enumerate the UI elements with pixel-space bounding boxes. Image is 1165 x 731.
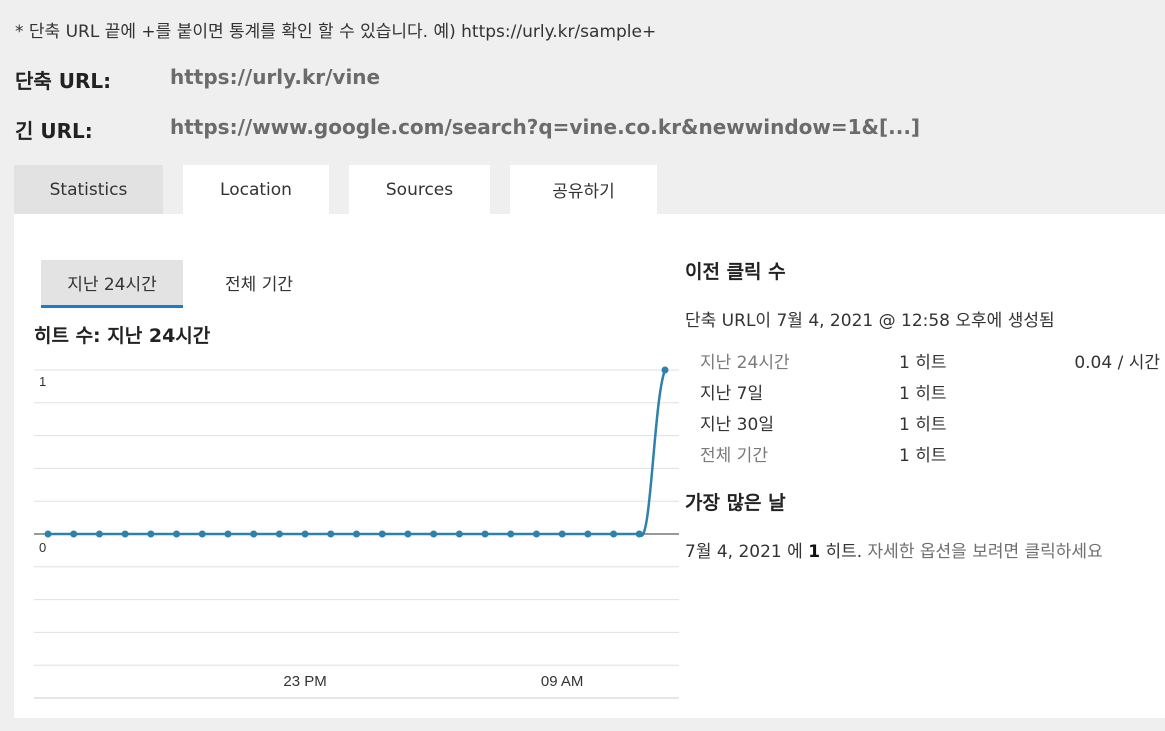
tab-statistics[interactable]: Statistics xyxy=(14,165,163,217)
x-tick-label: 23 PM xyxy=(283,673,326,690)
best-day-details-link[interactable]: 자세한 옵션을 보려면 클릭하세요 xyxy=(862,542,1103,562)
stats-period: 지난 24시간 xyxy=(700,353,790,373)
stats-row-30d: 지난 30일 1 히트 xyxy=(700,410,1160,441)
stats-hits: 1 히트 xyxy=(899,353,947,373)
long-url-value[interactable]: https://www.google.com/search?q=vine.co.… xyxy=(170,115,920,139)
best-day-title: 가장 많은 날 xyxy=(685,492,786,514)
best-day-date: 7월 4, 2021 xyxy=(685,542,782,562)
short-url-value[interactable]: https://urly.kr/vine xyxy=(170,65,380,89)
data-point xyxy=(353,530,360,538)
best-day-mid: 에 xyxy=(781,542,809,562)
x-tick-label: 09 AM xyxy=(541,673,584,690)
stats-row-all-time: 전체 기간 1 히트 xyxy=(700,441,1160,472)
data-point xyxy=(455,530,463,538)
tab-sources[interactable]: Sources xyxy=(349,165,490,214)
hits-line-chart: 1 0 23 PM 09 AM xyxy=(34,366,679,699)
data-point xyxy=(275,530,283,538)
best-day-count: 1 xyxy=(808,542,821,562)
created-info: 단축 URL이 7월 4, 2021 @ 12:58 오후에 생성됨 xyxy=(685,311,1055,331)
data-point xyxy=(224,530,232,538)
series-line xyxy=(48,369,667,538)
data-point xyxy=(327,530,335,538)
chart-title: 히트 수: 지난 24시간 xyxy=(34,325,211,347)
best-day-info: 7월 4, 2021 에 1 히트. 자세한 옵션을 보려면 클릭하세요 xyxy=(685,537,1103,562)
stats-hits: 1 히트 xyxy=(899,446,947,466)
data-point xyxy=(250,530,258,538)
tab-location[interactable]: Location xyxy=(183,165,329,214)
data-point xyxy=(584,530,592,538)
data-point xyxy=(661,366,669,374)
subtab-all-time[interactable]: 전체 기간 xyxy=(191,260,327,305)
data-point xyxy=(173,530,181,538)
subtab-last-24h[interactable]: 지난 24시간 xyxy=(41,260,183,308)
y-tick-label: 0 xyxy=(39,540,46,555)
stats-row-7d: 지난 7일 1 히트 xyxy=(700,379,1160,410)
data-point xyxy=(147,530,155,538)
short-url-label: 단축 URL: xyxy=(15,69,112,93)
stats-rate: 0.04 / 시간 xyxy=(1074,353,1160,373)
y-tick-label: 1 xyxy=(39,374,46,389)
best-day-suffix: 히트. xyxy=(820,542,863,562)
stats-row-24h: 지난 24시간 1 히트 0.04 / 시간 xyxy=(700,348,1160,379)
data-point xyxy=(558,530,566,538)
data-point xyxy=(70,530,78,538)
data-point xyxy=(301,530,309,538)
stats-period: 지난 7일 xyxy=(700,384,764,404)
long-url-row: 긴 URL: https://www.google.com/search?q=v… xyxy=(15,115,920,144)
statistics-panel: 지난 24시간 전체 기간 히트 수: 지난 24시간 1 0 23 PM 09 AM… xyxy=(14,214,1165,718)
data-point xyxy=(95,530,103,538)
long-url-label: 긴 URL: xyxy=(15,119,93,143)
stats-period: 전체 기간 xyxy=(700,446,768,466)
data-point xyxy=(610,530,618,538)
short-url-row: 단축 URL: https://urly.kr/vine xyxy=(15,65,380,94)
stats-hits: 1 히트 xyxy=(899,415,947,435)
data-point xyxy=(635,530,643,538)
data-point xyxy=(430,530,438,538)
data-point xyxy=(404,530,412,538)
data-point xyxy=(532,530,540,538)
data-point xyxy=(198,530,206,538)
stats-period: 지난 30일 xyxy=(700,415,774,435)
data-point xyxy=(121,530,129,538)
tab-share[interactable]: 공유하기 xyxy=(510,165,657,214)
data-point xyxy=(507,530,515,538)
stats-hits: 1 히트 xyxy=(899,384,947,404)
stats-hint-note: * 단축 URL 끝에 +를 붙이면 통계를 확인 할 수 있습니다. 예) h… xyxy=(15,22,657,42)
data-point xyxy=(44,530,52,538)
data-point xyxy=(378,530,386,538)
data-point xyxy=(481,530,489,538)
previous-clicks-title: 이전 클릭 수 xyxy=(685,261,786,283)
